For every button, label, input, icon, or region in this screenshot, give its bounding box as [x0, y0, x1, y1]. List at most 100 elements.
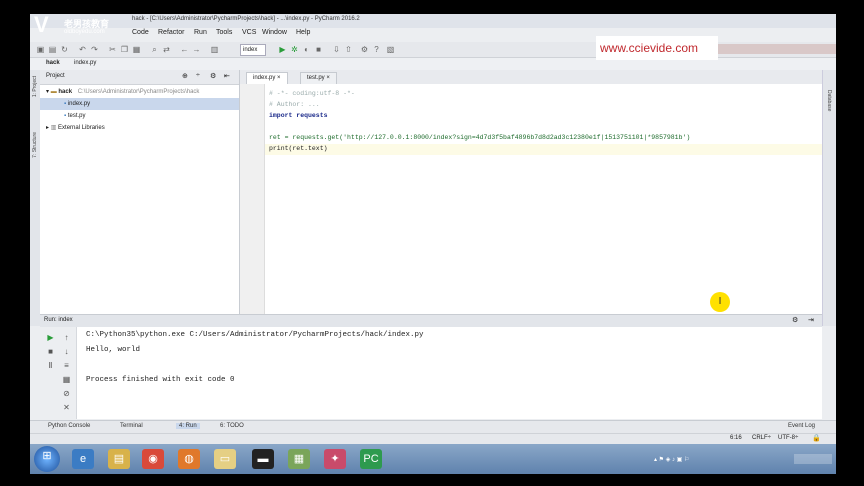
stop-icon[interactable]: ■ [46, 347, 55, 356]
clear-icon[interactable]: ⊘ [62, 389, 71, 398]
run-output-line-1: C:\Python35\python.exe C:/Users/Administ… [86, 331, 424, 339]
gear-icon[interactable]: ⚙ [792, 316, 798, 324]
tree-item-index[interactable]: ▪ index.py [40, 98, 239, 110]
tab-python-console[interactable]: Python Console [48, 423, 90, 429]
coverage-icon[interactable]: ◐ [302, 45, 311, 54]
menu-help[interactable]: Help [296, 29, 310, 36]
paste-icon[interactable]: ▦ [132, 45, 141, 54]
code-line-5: ret = requests.get('http://127.0.0.1:800… [269, 134, 691, 141]
pause-icon[interactable]: Ⅱ [46, 361, 55, 370]
project-tool-tab[interactable]: 1: Project [32, 76, 38, 97]
tray-icons[interactable]: ▴ ⚑ ◈ ♪ ▣ ⚐ [654, 456, 689, 463]
print-icon[interactable]: ▦ [62, 375, 71, 384]
tree-item-test[interactable]: ▪ test.py [40, 110, 239, 122]
tab-test-py[interactable]: test.py × [300, 72, 337, 84]
structure-icon[interactable]: ▧ [386, 45, 395, 54]
tab-terminal[interactable]: Terminal [120, 423, 143, 429]
run-panel-label: Run: index [44, 317, 73, 323]
replace-icon[interactable]: ⇄ [162, 45, 171, 54]
event-log-button[interactable]: Event Log [788, 423, 815, 429]
line-separator[interactable]: CRLF÷ [752, 435, 771, 441]
notepad-icon[interactable]: ▦ [288, 449, 310, 469]
run-output-line-4: Process finished with exit code 0 [86, 376, 235, 384]
vcs-commit-icon[interactable]: ⇧ [344, 45, 353, 54]
folder-icon[interactable]: ▭ [214, 449, 236, 469]
sync-icon[interactable]: ↻ [60, 45, 69, 54]
database-tool-tab[interactable]: Database [826, 90, 832, 111]
vcs-update-icon[interactable]: ⇩ [332, 45, 341, 54]
menu-window[interactable]: Window [262, 29, 287, 36]
tree-item-label: test.py [67, 113, 86, 119]
editor-gutter [240, 84, 265, 314]
menu-code[interactable]: Code [132, 29, 149, 36]
gear-icon[interactable]: ⚙ [210, 72, 216, 80]
menu-tools[interactable]: Tools [216, 29, 232, 36]
tree-item-hack[interactable]: ▾ ▬ hack C:\Users\Administrator\PycharmP… [40, 86, 239, 98]
hide-icon[interactable]: ⇤ [224, 72, 230, 80]
right-tool-strip: Database [822, 70, 836, 326]
delete-icon[interactable]: ✕ [62, 403, 71, 412]
watermark-bar [718, 44, 836, 54]
cut-icon[interactable]: ✂ [108, 45, 117, 54]
chrome-icon[interactable]: ◉ [142, 449, 164, 469]
tree-item-label: index.py [67, 101, 91, 107]
tab-label: test.py [307, 75, 325, 81]
collapse-icon[interactable]: ÷ [196, 72, 200, 79]
back-icon[interactable]: ← [180, 45, 189, 54]
rerun-icon[interactable]: ▶ [46, 333, 55, 342]
build-icon[interactable]: ▥ [210, 45, 219, 54]
code-line-3: import requests [269, 112, 328, 119]
clock[interactable] [794, 454, 832, 464]
tab-index-py[interactable]: index.py × [246, 72, 288, 84]
close-icon[interactable]: × [277, 75, 281, 81]
settings-icon[interactable]: ⚙ [360, 45, 369, 54]
help-icon[interactable]: ? [372, 45, 381, 54]
redo-icon[interactable]: ↷ [90, 45, 99, 54]
save-icon[interactable]: ▤ [48, 45, 57, 54]
tab-label: index.py [253, 75, 276, 81]
open-icon[interactable]: ▣ [36, 45, 45, 54]
watermark-site: oldboyedu.com [64, 29, 105, 35]
lock-icon[interactable]: 🔒 [812, 434, 821, 442]
qq-icon[interactable]: ✦ [324, 449, 346, 469]
project-panel-label[interactable]: Project [46, 73, 65, 79]
firefox-icon[interactable]: ◍ [178, 449, 200, 469]
pycharm-icon[interactable]: PC [360, 449, 382, 469]
menu-run[interactable]: Run [194, 29, 207, 36]
run-icon[interactable]: ▶ [278, 45, 287, 54]
debug-icon[interactable]: ✲ [290, 45, 299, 54]
code-editor[interactable]: # -*- coding:utf-8 -*- # Author: ... imp… [265, 84, 822, 314]
ie-icon[interactable]: e [72, 449, 94, 469]
forward-icon[interactable]: → [192, 45, 201, 54]
undo-icon[interactable]: ↶ [78, 45, 87, 54]
scroll-down-icon[interactable]: ↓ [62, 347, 71, 356]
stop-icon[interactable]: ■ [314, 45, 323, 54]
run-config-select[interactable]: index [240, 44, 266, 56]
run-panel-header: Run: index ⚙ ⇥ [40, 314, 822, 328]
tab-todo[interactable]: 6: TODO [220, 423, 244, 429]
menu-vcs[interactable]: VCS [242, 29, 256, 36]
wrap-icon[interactable]: ≡ [62, 361, 71, 370]
run-panel: ▶ ↑ ■ ↓ Ⅱ ≡ ▦ ⊘ ✕ C:\Python35\python.exe… [40, 327, 822, 419]
find-icon[interactable]: ⌕ [150, 45, 159, 54]
explorer-icon[interactable]: ▤ [108, 449, 130, 469]
copy-icon[interactable]: ❐ [120, 45, 129, 54]
structure-tool-tab[interactable]: 7: Structure [32, 132, 38, 158]
hide-icon[interactable]: ⇥ [808, 316, 814, 324]
file-encoding[interactable]: UTF-8÷ [778, 435, 798, 441]
tree-item-label: External Libraries [58, 125, 105, 131]
tree-item-external-libraries[interactable]: ▸ ▥ External Libraries [40, 122, 239, 134]
chevron-right-icon: ▸ [46, 125, 50, 131]
sync-icon[interactable]: ⊕ [182, 72, 188, 80]
scroll-up-icon[interactable]: ↑ [62, 333, 71, 342]
cursor-position[interactable]: 6:16 [730, 435, 742, 441]
close-icon[interactable]: × [326, 75, 330, 81]
cmd-icon[interactable]: ▬ [252, 449, 274, 469]
start-button[interactable]: ⊞ [34, 446, 60, 472]
breadcrumb-project[interactable]: hack [46, 60, 60, 66]
menu-refactor[interactable]: Refactor [158, 29, 184, 36]
breadcrumb-file[interactable]: index.py [74, 60, 96, 66]
tree-item-label: hack [58, 89, 73, 95]
project-panel-header: Project ⊕ ÷ ⚙ ⇤ [40, 70, 239, 85]
tab-run[interactable]: 4: Run [176, 423, 200, 429]
